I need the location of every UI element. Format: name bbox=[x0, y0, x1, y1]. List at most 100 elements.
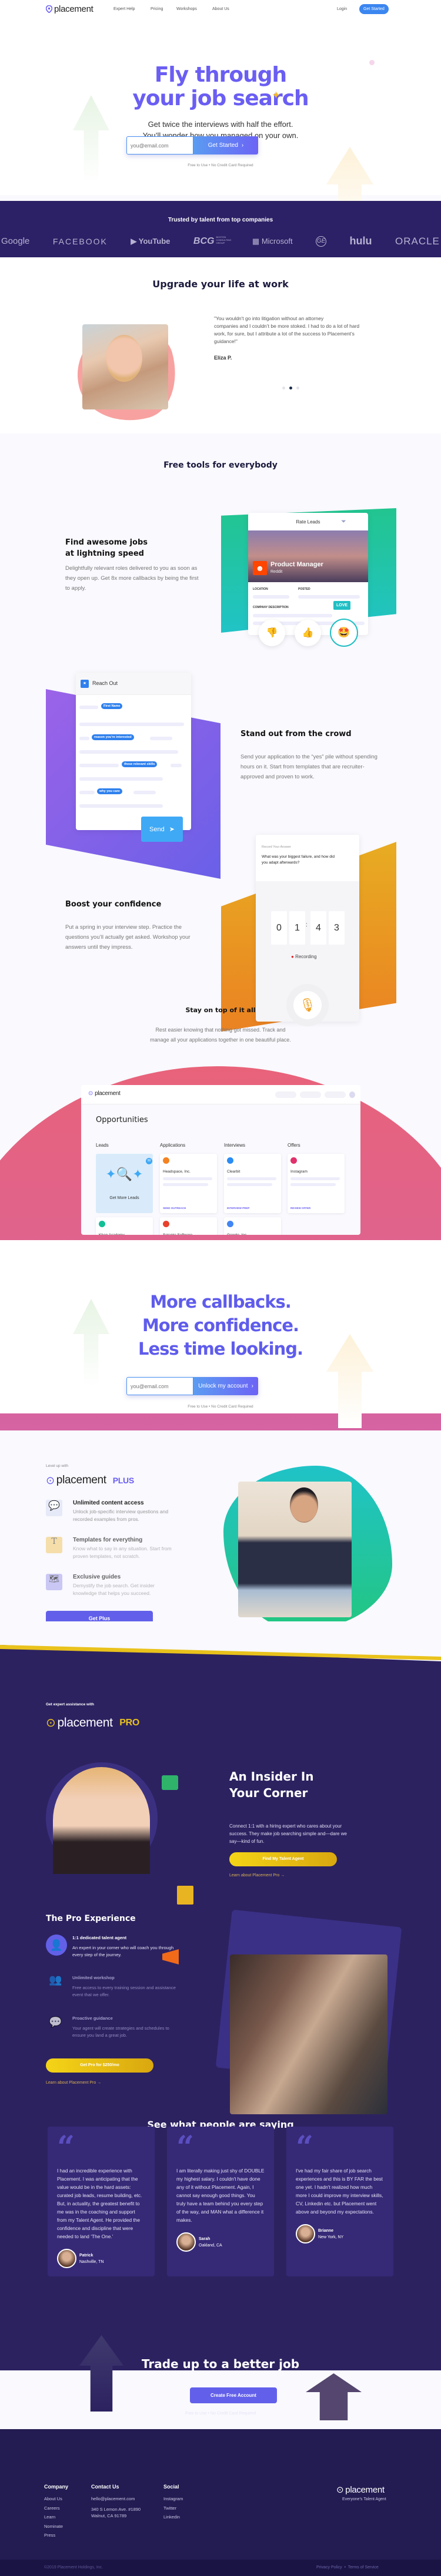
thumbs-up-button[interactable]: 👍 bbox=[295, 620, 321, 646]
opportunity-card[interactable]: Khan AcademyAPPLY NOW bbox=[96, 1217, 153, 1235]
person-name: Brianne bbox=[318, 2228, 334, 2233]
upgrade-title: Upgrade your life at work bbox=[152, 278, 289, 290]
placeholder-bar bbox=[227, 1183, 272, 1186]
footer-link[interactable]: Press bbox=[44, 2531, 68, 2540]
location-pin-icon: ⊙ bbox=[46, 1717, 56, 1729]
cta-email-input[interactable] bbox=[126, 1377, 193, 1395]
learn-about-pro-link[interactable]: Learn about Placement Pro → bbox=[46, 2081, 101, 2085]
footer-link[interactable]: Instagram bbox=[163, 2494, 183, 2504]
quote-mark-icon: “ bbox=[176, 2130, 194, 2165]
footer-link[interactable]: Learn bbox=[44, 2513, 68, 2522]
chevron-right-icon: › bbox=[241, 142, 244, 149]
board-nav-pill[interactable] bbox=[275, 1091, 296, 1098]
card-action-link[interactable]: SEND OUTREACH bbox=[163, 1207, 186, 1210]
logo-ge: GE bbox=[316, 236, 327, 247]
footer-link[interactable]: Twitter bbox=[163, 2504, 183, 2513]
thumbs-down-button[interactable]: 👎 bbox=[259, 620, 285, 646]
privacy-link[interactable]: Privacy Policy bbox=[316, 2565, 342, 2570]
get-more-leads-card[interactable]: 99 ✦🔍✦ Get More Leads bbox=[96, 1154, 153, 1213]
get-pro-button[interactable]: Get Pro for $250/mo bbox=[46, 2058, 153, 2073]
terms-link[interactable]: Terms of Service bbox=[348, 2565, 379, 2570]
footer-link[interactable]: About Us bbox=[44, 2494, 68, 2504]
opportunity-card[interactable]: Seismic SoftwareKEEP US POSTED bbox=[160, 1217, 217, 1235]
placeholder-bar bbox=[79, 723, 184, 726]
testimonial-card: “ I am literally making just shy of DOUB… bbox=[167, 2127, 274, 2276]
hero-fine-print: Free to Use • No Credit Card Required bbox=[188, 163, 253, 167]
opportunity-card[interactable]: Headspace, Inc. SEND OUTREACH bbox=[160, 1154, 217, 1213]
nav-link-workshops[interactable]: Workshops bbox=[176, 7, 197, 11]
microphone-button[interactable]: 🎙 bbox=[293, 991, 322, 1019]
rate-leads-card: Rate Leads ⏷ ☻ Product Manager Reddit LO… bbox=[248, 513, 368, 635]
unlock-account-button[interactable]: Unlock my account › bbox=[193, 1377, 258, 1395]
interview-question: What was your biggest failure, and how d… bbox=[262, 855, 335, 865]
feature-text: Delightfully relevant roles delivered to… bbox=[65, 565, 199, 592]
nav-get-started-button[interactable]: Get Started bbox=[359, 4, 389, 14]
plus-feature: T Templates for everything Know what to s… bbox=[46, 1537, 179, 1560]
login-link[interactable]: Login bbox=[337, 7, 347, 11]
create-free-account-button[interactable]: Create Free Account bbox=[190, 2387, 277, 2403]
board-nav-pill[interactable] bbox=[325, 1091, 346, 1098]
trusted-companies-band: Trusted by talent from top companies Goo… bbox=[0, 201, 441, 257]
carousel-dot[interactable] bbox=[296, 387, 299, 389]
timer-digit: 4 bbox=[310, 911, 326, 945]
opportunity-card[interactable]: Google, Inc.TAKE HOME ASSIGNMENT bbox=[224, 1217, 281, 1235]
hero-email-input[interactable] bbox=[126, 136, 193, 155]
opportunity-card[interactable]: Instagram REVIEW OFFER bbox=[288, 1154, 345, 1213]
nav-logo[interactable]: placement bbox=[45, 4, 93, 14]
nav-link-pricing[interactable]: Pricing bbox=[151, 7, 163, 11]
footer-logo[interactable]: ⊙ placement bbox=[336, 2484, 385, 2496]
learn-about-pro-link[interactable]: Learn about Placement Pro → bbox=[229, 1873, 285, 1878]
footer-link[interactable]: Nominate bbox=[44, 2522, 68, 2531]
template-doc-icon: T bbox=[46, 1537, 62, 1553]
person-location: New York, NY bbox=[318, 2235, 344, 2239]
footer-link[interactable]: Careers bbox=[44, 2504, 68, 2513]
template-chip[interactable]: First Name bbox=[101, 703, 123, 709]
template-chip[interactable]: why you care bbox=[97, 788, 122, 794]
board-avatar[interactable] bbox=[349, 1091, 355, 1098]
card-action-link[interactable]: INTERVIEW PREP bbox=[227, 1207, 249, 1210]
document-icon bbox=[177, 1886, 193, 1905]
nav-link-about-us[interactable]: About Us bbox=[212, 7, 229, 11]
pro-feature-text: An expert in your corner who will coach … bbox=[72, 1945, 174, 1957]
card-action-link[interactable]: REVIEW OFFER bbox=[290, 1207, 310, 1210]
carousel-dot[interactable] bbox=[282, 387, 285, 389]
footer-company-column: Company About Us Careers Learn Nominate … bbox=[44, 2484, 68, 2540]
filter-icon[interactable]: ⏷ bbox=[341, 518, 346, 526]
trade-fine-print: Free to Use • No Credit Card Required bbox=[185, 2412, 256, 2416]
footer-email-link[interactable]: hello@placement.com bbox=[91, 2494, 141, 2504]
trade-up-title: Trade up to a better job bbox=[141, 2357, 300, 2371]
nav-link-expert-help[interactable]: Expert Help bbox=[113, 7, 135, 11]
love-button[interactable]: 🤩 bbox=[330, 619, 358, 647]
placeholder-bar bbox=[79, 777, 163, 781]
placeholder-bar bbox=[253, 595, 289, 599]
pro-feature-text: Your agent will create strategies and sc… bbox=[72, 2026, 169, 2038]
logo-google: Google bbox=[1, 236, 30, 246]
board-title: Opportunities bbox=[96, 1116, 148, 1124]
hero-get-started-button[interactable]: Get Started › bbox=[193, 136, 258, 155]
placeholder-bar bbox=[290, 1183, 336, 1186]
template-chip[interactable]: reason you're interested bbox=[92, 734, 134, 740]
footer-tagline: Everyone's Talent Agent bbox=[342, 2497, 386, 2501]
logo-text: placement bbox=[54, 4, 93, 14]
send-button[interactable]: Send ➤ bbox=[141, 817, 183, 842]
placeholder-bar bbox=[79, 706, 98, 709]
company-logo-icon bbox=[290, 1157, 297, 1164]
logo-hulu: hulu bbox=[349, 235, 372, 247]
template-chip[interactable]: these relevant skills bbox=[122, 761, 158, 767]
board-nav-pill[interactable] bbox=[300, 1091, 321, 1098]
company-description-label: COMPANY DESCRIPTION bbox=[253, 606, 289, 609]
opportunity-card[interactable]: Clearbit INTERVIEW PREP bbox=[224, 1154, 281, 1213]
person-location: Nashville, TN bbox=[79, 2259, 104, 2264]
cta-section: More callbacks. More confidence. Less time… bbox=[0, 1240, 441, 1428]
footer-link[interactable]: Linkedin bbox=[163, 2513, 183, 2522]
cta-signup-form: Unlock my account› bbox=[126, 1377, 258, 1395]
stay-title: Stay on top of it all bbox=[185, 1006, 256, 1014]
find-talent-agent-button[interactable]: Find My Talent Agent bbox=[229, 1852, 337, 1866]
feature-title: Boost your confidence bbox=[65, 900, 162, 909]
chat-bubble-icon bbox=[162, 1775, 178, 1790]
timer-digit: 3 bbox=[329, 911, 345, 945]
carousel-dot-active[interactable] bbox=[289, 387, 292, 389]
agent-photo bbox=[53, 1767, 150, 1874]
avatar bbox=[176, 2232, 196, 2252]
company-name: Clearbit bbox=[227, 1170, 240, 1174]
